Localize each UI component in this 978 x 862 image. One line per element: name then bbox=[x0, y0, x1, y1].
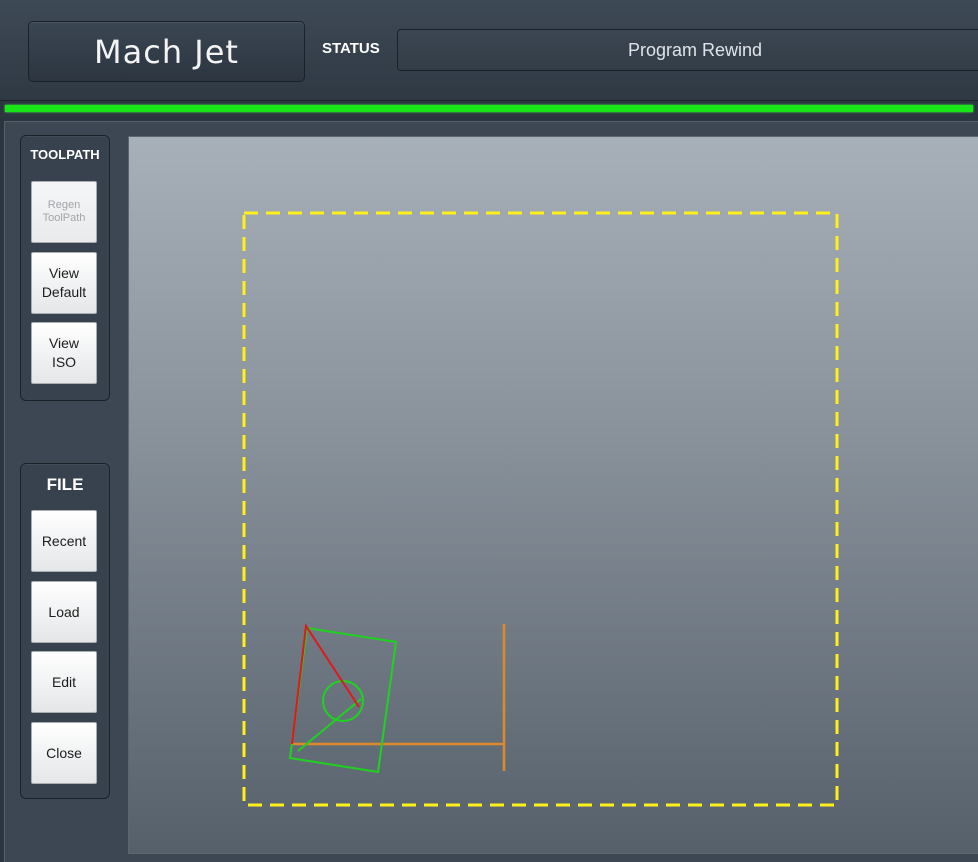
progress-bar bbox=[0, 101, 978, 117]
status-label: STATUS bbox=[322, 40, 380, 57]
tool-path bbox=[291, 623, 360, 745]
edit-button[interactable]: Edit bbox=[31, 651, 97, 713]
progress-fill bbox=[5, 105, 973, 112]
regen-toolpath-button[interactable]: Regen ToolPath bbox=[31, 181, 97, 243]
part-outline bbox=[288, 626, 398, 774]
status-value: Program Rewind bbox=[628, 40, 763, 60]
toolpath-viewport[interactable] bbox=[128, 136, 978, 854]
toolpath-drawing bbox=[242, 211, 839, 807]
toolpath-panel-title: TOOLPATH bbox=[30, 147, 100, 162]
recent-button[interactable]: Recent bbox=[31, 510, 97, 572]
view-iso-button[interactable]: View ISO bbox=[31, 322, 97, 384]
view-default-button[interactable]: View Default bbox=[31, 252, 97, 314]
app-logo: Mach Jet bbox=[28, 21, 305, 82]
app-title: Mach Jet bbox=[94, 32, 239, 71]
file-panel: FILE Recent Load Edit Close bbox=[20, 463, 110, 799]
work-boundary bbox=[242, 211, 839, 807]
load-button[interactable]: Load bbox=[31, 581, 97, 643]
header-bar: Mach Jet STATUS Program Rewind bbox=[0, 0, 978, 101]
toolpath-panel: TOOLPATH Regen ToolPath View Default Vie… bbox=[20, 135, 110, 401]
file-panel-title: FILE bbox=[46, 475, 84, 494]
close-button[interactable]: Close bbox=[31, 722, 97, 784]
status-field: Program Rewind bbox=[397, 29, 978, 71]
